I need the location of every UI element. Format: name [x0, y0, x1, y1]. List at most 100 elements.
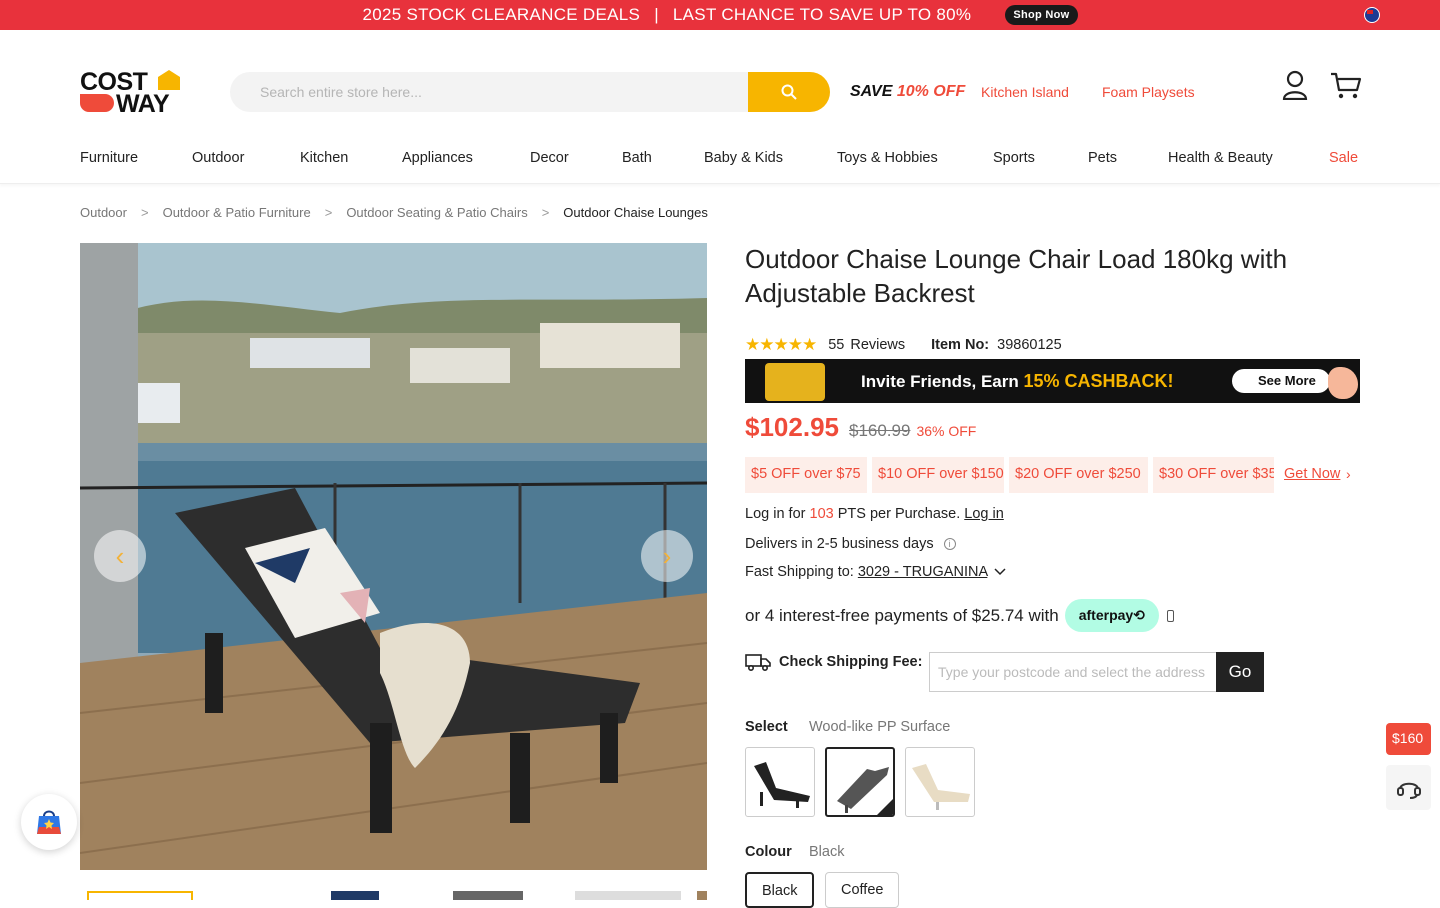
breadcrumb-separator: > [140, 205, 149, 220]
see-more-button[interactable]: See More [1232, 369, 1330, 393]
chaise-cushion-thumbnail [912, 764, 970, 810]
get-now-link[interactable]: Get Now [1284, 466, 1340, 482]
current-price: $102.95 [745, 412, 839, 442]
cashback-banner[interactable]: Invite Friends, Earn 15% CASHBACK! See M… [745, 359, 1360, 403]
variant-swatch-cushion[interactable] [905, 747, 975, 817]
gallery-prev-button[interactable]: ‹ [94, 530, 146, 582]
coupon-float-badge[interactable]: $160 [1386, 723, 1431, 755]
go-button[interactable]: Go [1216, 652, 1264, 692]
reviews-label[interactable]: Reviews [850, 337, 905, 353]
coupon-20-off[interactable]: $20 OFF over $250 [1009, 457, 1148, 493]
shipping-fee-label: Check Shipping Fee: [779, 654, 923, 670]
search-bar [230, 72, 830, 112]
breadcrumb-separator: > [541, 205, 550, 220]
colour-option-coffee[interactable]: Coffee [825, 872, 900, 908]
banner-text-main: Invite Friends, Earn [861, 372, 1024, 391]
item-number-label: Item No: [931, 337, 990, 353]
product-main-image[interactable] [80, 243, 707, 870]
banner-highlight: 15% CASHBACK! [1023, 371, 1174, 391]
search-button[interactable] [748, 72, 830, 112]
coupon-30-off[interactable]: $30 OFF over $350 [1153, 457, 1274, 493]
nav-kitchen[interactable]: Kitchen [300, 150, 348, 166]
nav-health-beauty[interactable]: Health & Beauty [1168, 150, 1273, 166]
original-price: $160.99 [848, 421, 911, 440]
thumbnail[interactable] [453, 891, 523, 900]
breadcrumb-patio-furniture[interactable]: Outdoor & Patio Furniture [163, 205, 311, 220]
variant-swatch-black[interactable] [745, 747, 815, 817]
save-promo[interactable]: SAVE 10% OFF [850, 83, 965, 101]
pointing-hand-icon [1328, 367, 1358, 399]
breadcrumb-seating[interactable]: Outdoor Seating & Patio Chairs [346, 205, 527, 220]
nav-pets[interactable]: Pets [1088, 150, 1117, 166]
coupon-10-off[interactable]: $10 OFF over $150 [872, 457, 1004, 493]
search-icon [781, 84, 797, 100]
shop-now-button[interactable]: Shop Now [1005, 5, 1078, 25]
chevron-down-icon[interactable] [994, 568, 1006, 576]
promo-separator: | [654, 5, 659, 24]
points-suffix: PTS per Purchase. [833, 506, 965, 522]
nav-furniture[interactable]: Furniture [80, 150, 138, 166]
nav-decor[interactable]: Decor [530, 150, 569, 166]
nav-outdoor[interactable]: Outdoor [192, 150, 244, 166]
login-link[interactable]: Log in [964, 506, 1004, 522]
rating-stars-icon[interactable]: ★★★★★ [745, 335, 817, 355]
afterpay-logo[interactable]: afterpay⟲ [1064, 599, 1159, 632]
shipping-fee-row: Check Shipping Fee: Go [745, 652, 1264, 692]
gallery-next-button[interactable]: › [641, 530, 693, 582]
thumbnail[interactable] [697, 891, 707, 900]
nav-sale[interactable]: Sale [1329, 150, 1358, 166]
thumbnail[interactable] [331, 891, 379, 900]
colour-option-black[interactable]: Black [745, 872, 815, 908]
nav-bath[interactable]: Bath [622, 150, 652, 166]
info-icon[interactable]: i [943, 538, 956, 551]
chevron-right-icon[interactable]: › [1346, 466, 1351, 482]
nav-sports[interactable]: Sports [993, 150, 1035, 166]
postcode-input[interactable] [929, 652, 1217, 692]
header-link-foam-playsets[interactable]: Foam Playsets [1102, 84, 1195, 100]
truck-icon [745, 654, 771, 672]
delivery-text: Delivers in 2-5 business days [745, 536, 934, 552]
breadcrumb-separator: > [324, 205, 333, 220]
points-value: 103 [809, 506, 834, 522]
headset-icon [1396, 782, 1421, 799]
product-title: Outdoor Chaise Lounge Chair Load 180kg w… [745, 244, 1288, 308]
cart-icon[interactable] [1330, 72, 1362, 100]
promo-bar: 2025 STOCK CLEARANCE DEALS | LAST CHANCE… [0, 0, 1440, 30]
gift-bag-icon [765, 363, 825, 401]
colour-label: Colour [745, 844, 792, 860]
logo-house-icon [158, 70, 180, 90]
shopping-assistant-button[interactable] [21, 794, 77, 850]
nav-appliances[interactable]: Appliances [402, 150, 473, 166]
nav-toys-hobbies[interactable]: Toys & Hobbies [837, 150, 938, 166]
item-number: 39860125 [997, 337, 1062, 353]
shipping-location-link[interactable]: 3029 - TRUGANINA [858, 564, 987, 580]
afterpay-text: or 4 interest-free payments of $25.74 wi… [745, 605, 1059, 625]
afterpay-info-icon[interactable] [1166, 609, 1174, 622]
breadcrumb: Outdoor > Outdoor & Patio Furniture > Ou… [80, 205, 708, 220]
nav-baby-kids[interactable]: Baby & Kids [704, 150, 783, 166]
costway-logo[interactable]: COST WAY [80, 68, 182, 118]
logo-text-bottom: WAY [116, 90, 170, 118]
header-link-kitchen-island[interactable]: Kitchen Island [981, 84, 1069, 100]
coupon-row: $5 OFF over $75 $10 OFF over $150 $20 OF… [745, 457, 1360, 493]
reviews-count[interactable]: 55 [828, 337, 844, 353]
delivery-line: Delivers in 2-5 business days i [745, 536, 956, 552]
australia-flag-icon[interactable] [1364, 7, 1380, 23]
breadcrumb-outdoor[interactable]: Outdoor [80, 205, 127, 220]
points-line: Log in for 103 PTS per Purchase. Log in [745, 506, 1004, 522]
coupon-5-off[interactable]: $5 OFF over $75 [745, 457, 867, 493]
account-icon[interactable] [1282, 70, 1308, 100]
customer-support-button[interactable] [1386, 765, 1431, 810]
variant-swatch-wood-like[interactable] [825, 747, 895, 817]
select-value: Wood-like PP Surface [809, 719, 951, 735]
thumbnail-active[interactable] [87, 891, 193, 900]
price-row: $102.95 $160.99 36% OFF [745, 412, 976, 443]
discount-badge: 36% OFF [916, 423, 977, 439]
product-photo [80, 243, 707, 870]
chaise-grey-thumbnail [837, 767, 889, 813]
main-nav: Furniture Outdoor Kitchen Appliances Dec… [0, 140, 1440, 184]
chaise-black-thumbnail [754, 762, 810, 808]
search-input[interactable] [260, 82, 740, 102]
thumbnail[interactable] [575, 891, 681, 900]
promo-right-text: LAST CHANCE TO SAVE UP TO 80% [672, 5, 972, 24]
